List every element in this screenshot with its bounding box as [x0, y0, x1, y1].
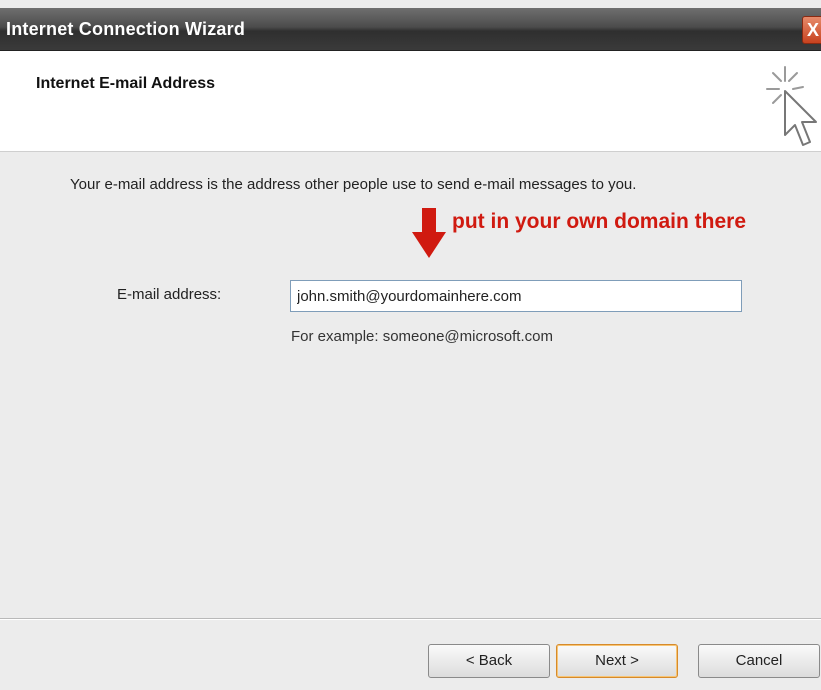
red-arrow-down-icon [412, 208, 446, 258]
wizard-body: Your e-mail address is the address other… [0, 152, 821, 618]
window-title: Internet Connection Wizard [6, 19, 246, 39]
wizard-window: Internet Connection Wizard X Internet E-… [0, 0, 821, 690]
wizard-cursor-sparkle-icon [766, 66, 817, 146]
annotation-note: put in your own domain there [452, 210, 746, 233]
email-address-input[interactable] [290, 280, 742, 312]
page-title: Internet E-mail Address [36, 75, 216, 92]
back-button[interactable]: < Back [428, 644, 550, 678]
description-text: Your e-mail address is the address other… [70, 176, 637, 193]
title-bar[interactable]: Internet Connection Wizard X [0, 8, 821, 51]
wizard-header: Internet E-mail Address [0, 51, 821, 152]
close-button[interactable]: X [802, 16, 821, 44]
wizard-footer: < Back Next > Cancel [0, 620, 821, 690]
example-hint: For example: someone@microsoft.com [291, 328, 553, 345]
next-button[interactable]: Next > [556, 644, 678, 678]
close-icon: X [807, 20, 820, 40]
email-address-label: E-mail address: [117, 286, 222, 303]
cancel-button[interactable]: Cancel [698, 644, 820, 678]
